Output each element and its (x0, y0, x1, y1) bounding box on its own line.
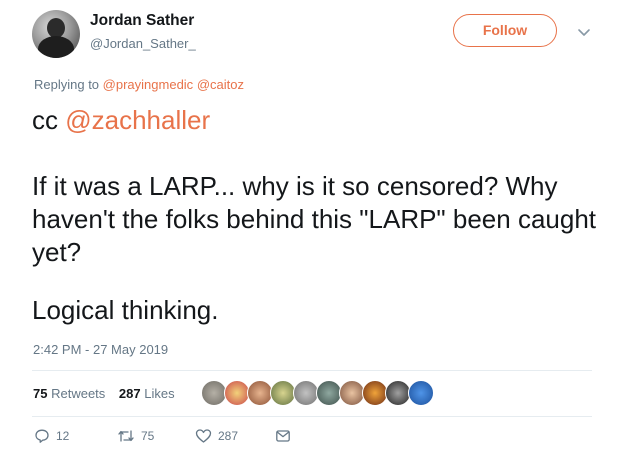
direct-message-action[interactable] (275, 428, 291, 444)
tweet-stats: 75 Retweets 287 Likes (33, 386, 175, 401)
divider-top (32, 370, 592, 371)
retweet-action[interactable]: 75 (117, 428, 154, 444)
replying-to: Replying to @prayingmedic @caitoz (34, 77, 244, 92)
likes-stat[interactable]: 287 Likes (119, 386, 175, 401)
divider-bottom (32, 416, 592, 417)
retweets-stat-count: 75 (33, 386, 48, 401)
likes-stat-count: 287 (118, 386, 141, 401)
cc-line: cc @zachhaller (32, 105, 210, 136)
author-avatar[interactable] (32, 10, 80, 58)
chevron-down-icon[interactable] (576, 24, 592, 40)
follow-button[interactable]: Follow (453, 14, 557, 47)
tweet-body: If it was a LARP... why is it so censore… (32, 171, 597, 267)
like-action[interactable]: 287 (195, 428, 238, 444)
reply-icon (35, 429, 49, 443)
retweets-stat[interactable]: 75 Retweets (33, 386, 105, 401)
retweets-stat-label: Retweets (51, 386, 106, 401)
tweet-closing: Logical thinking. (32, 295, 219, 325)
like-count: 287 (218, 429, 239, 443)
author-handle[interactable]: @Jordan_Sather_ (90, 36, 196, 51)
liker-avatar[interactable] (408, 380, 434, 406)
replying-prefix: Replying to (34, 77, 100, 92)
retweet-icon (118, 430, 134, 442)
heart-icon (195, 429, 212, 443)
reply-count: 12 (56, 429, 70, 443)
retweet-count: 75 (141, 429, 155, 443)
tweet-timestamp[interactable]: 2:42 PM - 27 May 2019 (33, 342, 168, 357)
author-name[interactable]: Jordan Sather (90, 12, 194, 30)
cc-prefix: cc (32, 105, 58, 135)
reply-mention-caitoz[interactable]: @caitoz (197, 77, 244, 92)
cc-mention[interactable]: @zachhaller (65, 105, 210, 135)
likes-stat-label: Likes (144, 386, 175, 401)
reply-mention-prayingmedic[interactable]: @prayingmedic (103, 77, 194, 92)
message-icon (276, 430, 290, 442)
reply-action[interactable]: 12 (34, 428, 69, 444)
